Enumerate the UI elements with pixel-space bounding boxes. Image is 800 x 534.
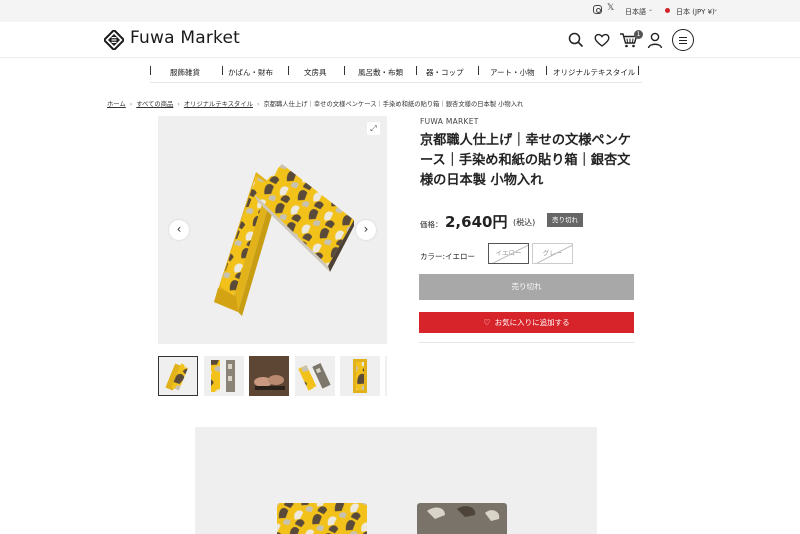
nav-divider (478, 66, 479, 75)
divider (419, 342, 634, 343)
logo-text[interactable]: Fuwa Market (130, 28, 240, 48)
instagram-icon[interactable] (593, 5, 602, 14)
product-detail-image (195, 427, 597, 534)
nav-divider (638, 66, 639, 75)
sold-out-badge: 売り切れ (547, 213, 583, 227)
currency-selector[interactable]: 日本 (JPY ¥) (676, 7, 715, 17)
unavailable-slash (489, 244, 528, 263)
breadcrumb-current: 京都職人仕上げ｜幸せの文様ペンケース｜手染め和紙の貼り箱｜銀杏文様の日本製 小物… (263, 101, 524, 108)
heart-icon[interactable] (593, 31, 611, 49)
favorite-button-label: お気に入りに追加する (494, 318, 570, 327)
x-icon[interactable]: 𝕏 (607, 3, 614, 13)
product-price: 2,640円 (445, 213, 508, 231)
nav-divider (344, 66, 345, 75)
nav-divider (222, 66, 223, 75)
nav-item-stationery[interactable]: 文房具 (304, 67, 327, 78)
category-nav: 服飾雑貨 かばん・財布 文房具 風呂敷・布類 器・コップ アート・小物 オリジナ… (150, 63, 642, 83)
color-label: カラー:イエロー (420, 252, 475, 261)
nav-divider (546, 66, 547, 75)
thumbnail-2[interactable] (204, 356, 244, 396)
user-icon[interactable] (646, 31, 664, 49)
thumbnail-6[interactable] (385, 356, 387, 396)
flag-icon (665, 8, 670, 13)
nav-item-fashion-goods[interactable]: 服飾雑貨 (170, 67, 200, 78)
tax-note: (税込) (513, 218, 536, 227)
language-selector[interactable]: 日本語 (625, 7, 646, 17)
top-utility-bar: 𝕏 日本語 ⌄ 日本 (JPY ¥) ⌄ (0, 0, 800, 22)
thumbnail-5[interactable] (340, 356, 380, 396)
site-header: Fuwa Market 1 (0, 22, 800, 58)
product-photo (214, 164, 354, 316)
unavailable-slash (533, 244, 572, 263)
add-to-favorites-button[interactable]: ♡ お気に入りに追加する (419, 312, 634, 333)
nav-divider (288, 66, 289, 75)
thumbnail-3[interactable] (249, 356, 289, 396)
zoom-icon[interactable]: ⤢ (367, 122, 380, 135)
chevron-down-icon: ⌄ (648, 6, 654, 13)
thumbnail-1[interactable] (158, 356, 198, 396)
thumbnail-4[interactable] (295, 356, 335, 396)
nav-item-bags-wallets[interactable]: かばん・財布 (228, 67, 273, 78)
product-title: 京都職人仕上げ｜幸せの文様ペンケース｜手染め和紙の貼り箱｜銀杏文様の日本製 小物… (420, 133, 631, 188)
nav-divider (416, 66, 417, 75)
color-option-gray[interactable]: グレー (532, 243, 573, 264)
breadcrumb-all-products[interactable]: すべての商品 (136, 101, 173, 108)
chevron-down-icon: ⌄ (713, 6, 719, 13)
next-image-button[interactable]: › (356, 220, 376, 240)
logo-icon[interactable] (104, 30, 124, 50)
breadcrumb-original-textile[interactable]: オリジナルテキスタイル (184, 101, 253, 108)
color-option-yellow[interactable]: イエロー (488, 243, 529, 264)
breadcrumb: ホーム › すべての商品 › オリジナルテキスタイル › 京都職人仕上げ｜幸せの文様ペンケー… (107, 99, 523, 108)
main-product-image[interactable]: ⤢ ‹ › (158, 116, 387, 344)
breadcrumb-separator: › (129, 101, 133, 108)
breadcrumb-separator: › (177, 101, 180, 108)
nav-item-art-accessories[interactable]: アート・小物 (490, 67, 535, 78)
nav-item-tableware[interactable]: 器・コップ (426, 67, 464, 78)
previous-image-button[interactable]: ‹ (169, 220, 189, 240)
heart-icon: ♡ (483, 318, 491, 327)
nav-item-furoshiki[interactable]: 風呂敷・布類 (358, 67, 403, 78)
thumbnail-strip (158, 356, 387, 397)
breadcrumb-home[interactable]: ホーム (107, 101, 126, 108)
search-icon[interactable] (567, 31, 585, 49)
nav-item-original-textile[interactable]: オリジナルテキスタイル (553, 67, 635, 78)
sold-out-button[interactable]: 売り切れ (419, 274, 634, 300)
brand-name: FUWA MARKET (420, 117, 479, 126)
breadcrumb-separator: › (256, 101, 260, 108)
menu-button[interactable] (672, 29, 694, 51)
nav-divider (150, 66, 151, 75)
cart-count-badge: 1 (634, 30, 643, 39)
price-label: 価格： (420, 220, 443, 229)
